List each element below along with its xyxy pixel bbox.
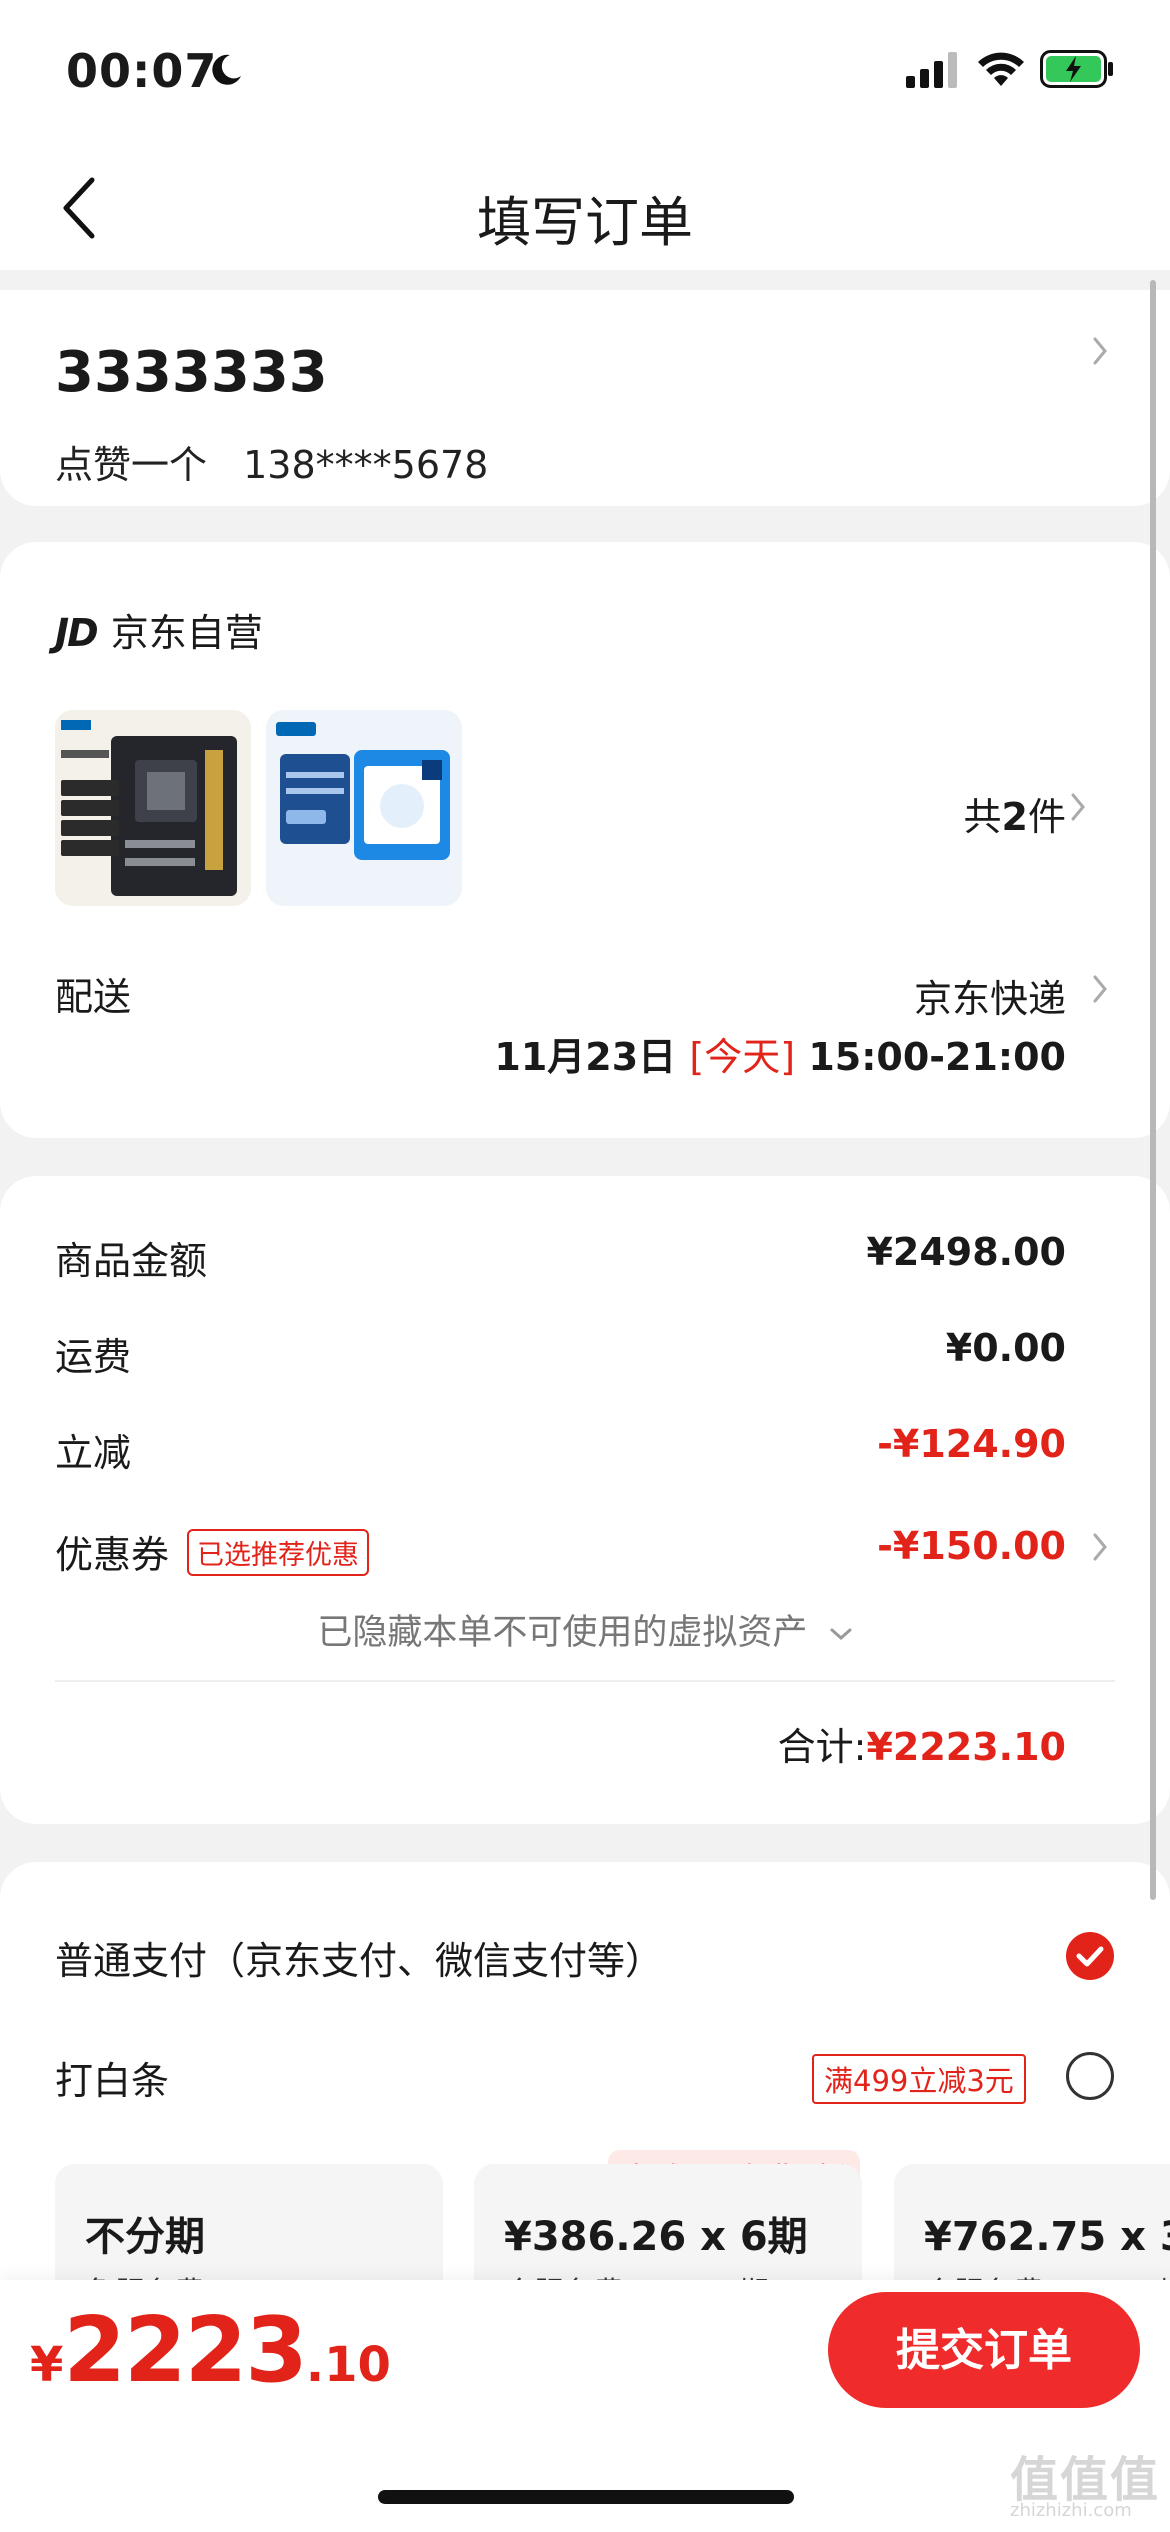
wifi-icon bbox=[978, 52, 1024, 86]
product-thumbnail[interactable] bbox=[266, 710, 462, 906]
total-value: ¥2223.10 bbox=[866, 1725, 1066, 1769]
installment-title: ¥386.26 x 6期 bbox=[504, 2214, 808, 2260]
coupon-value: -¥150.00 bbox=[877, 1524, 1066, 1568]
instant-discount-row: 立减 -¥124.90 bbox=[55, 1422, 1066, 1482]
bottom-bar: ¥2223.10 提交订单 bbox=[0, 2280, 1170, 2532]
shipping-fee-value: ¥0.00 bbox=[945, 1326, 1066, 1370]
status-bar: 00:07 bbox=[0, 0, 1170, 140]
radio-unchecked-icon[interactable] bbox=[1066, 2052, 1114, 2100]
home-indicator[interactable] bbox=[378, 2490, 794, 2504]
installment-title: 不分期 bbox=[85, 2214, 205, 2260]
delivery-method[interactable]: 京东快递 bbox=[914, 968, 1066, 1023]
submit-order-button[interactable]: 提交订单 bbox=[828, 2292, 1140, 2408]
baitiao-payment-option[interactable]: 打白条 bbox=[55, 2050, 169, 2105]
coupon-row[interactable]: 优惠券 已选推荐优惠 -¥150.00 bbox=[55, 1524, 1066, 1584]
baitiao-promo-tag: 满499立减3元 bbox=[812, 2054, 1026, 2104]
chevron-right-icon bbox=[1092, 336, 1108, 366]
goods-amount-value: ¥2498.00 bbox=[866, 1230, 1066, 1274]
today-tag: [今天] bbox=[689, 1035, 796, 1079]
instant-discount-label: 立减 bbox=[55, 1431, 132, 1475]
installment-title: ¥762.75 x 3期 bbox=[924, 2214, 1170, 2260]
receiver-phone: 138****5678 bbox=[243, 443, 489, 487]
moon-icon bbox=[212, 54, 241, 85]
receiver-name: 点赞一个 bbox=[55, 443, 208, 487]
coupon-recommended-badge: 已选推荐优惠 bbox=[187, 1529, 370, 1576]
cellular-signal-icon bbox=[906, 52, 957, 88]
address-card[interactable]: 3333333 点赞一个 138****5678 bbox=[0, 290, 1170, 506]
total-label: 合计: bbox=[777, 1725, 867, 1769]
goods-amount-label: 商品金额 bbox=[55, 1239, 208, 1283]
instant-discount-value: -¥124.90 bbox=[877, 1422, 1066, 1466]
coupon-label: 优惠券 bbox=[55, 1533, 170, 1577]
goods-amount-row: 商品金额 ¥2498.00 bbox=[55, 1230, 1066, 1290]
battery-charging-icon bbox=[1040, 50, 1113, 88]
shipping-fee-row: 运费 ¥0.00 bbox=[55, 1326, 1066, 1386]
order-total: 合计:¥2223.10 bbox=[778, 1716, 1066, 1771]
delivery-label: 配送 bbox=[55, 975, 132, 1019]
chevron-right-icon bbox=[1070, 792, 1086, 822]
fees-card: 商品金额 ¥2498.00 运费 ¥0.00 立减 -¥124.90 优惠券 已选… bbox=[0, 1176, 1170, 1824]
item-count[interactable]: 共2件 bbox=[964, 786, 1066, 841]
product-thumbnail[interactable] bbox=[55, 710, 251, 906]
payable-price: ¥2223.10 bbox=[30, 2298, 391, 2403]
divider bbox=[55, 1680, 1115, 1682]
shop-card: JD 京东自营 共2件 配送 京东快递 11月23日 [今天] 15:00-21… bbox=[0, 542, 1170, 1138]
jd-logo: JD bbox=[55, 611, 99, 655]
delivery-time[interactable]: 11月23日 [今天] 15:00-21:00 bbox=[494, 1026, 1066, 1081]
normal-payment-option[interactable]: 普通支付（京东支付、微信支付等） bbox=[55, 1930, 663, 1985]
address-title: 3333333 bbox=[55, 340, 328, 405]
chevron-right-icon bbox=[1092, 1532, 1108, 1562]
watermark-url: zhizhizhi.com bbox=[1010, 2500, 1132, 2521]
nav-bar: 填写订单 bbox=[0, 140, 1170, 270]
page-title: 填写订单 bbox=[477, 191, 693, 254]
hidden-assets-toggle[interactable]: 已隐藏本单不可使用的虚拟资产 bbox=[0, 1604, 1170, 1655]
status-time: 00:07 bbox=[66, 44, 218, 98]
address-contact: 点赞一个 138****5678 bbox=[55, 434, 512, 489]
shop-name: JD 京东自营 bbox=[55, 611, 263, 655]
chevron-down-icon bbox=[830, 1628, 852, 1641]
chevron-right-icon bbox=[1092, 974, 1108, 1004]
checked-icon[interactable] bbox=[1066, 1932, 1114, 1980]
scrollbar[interactable] bbox=[1150, 280, 1156, 1900]
shipping-fee-label: 运费 bbox=[55, 1335, 132, 1379]
